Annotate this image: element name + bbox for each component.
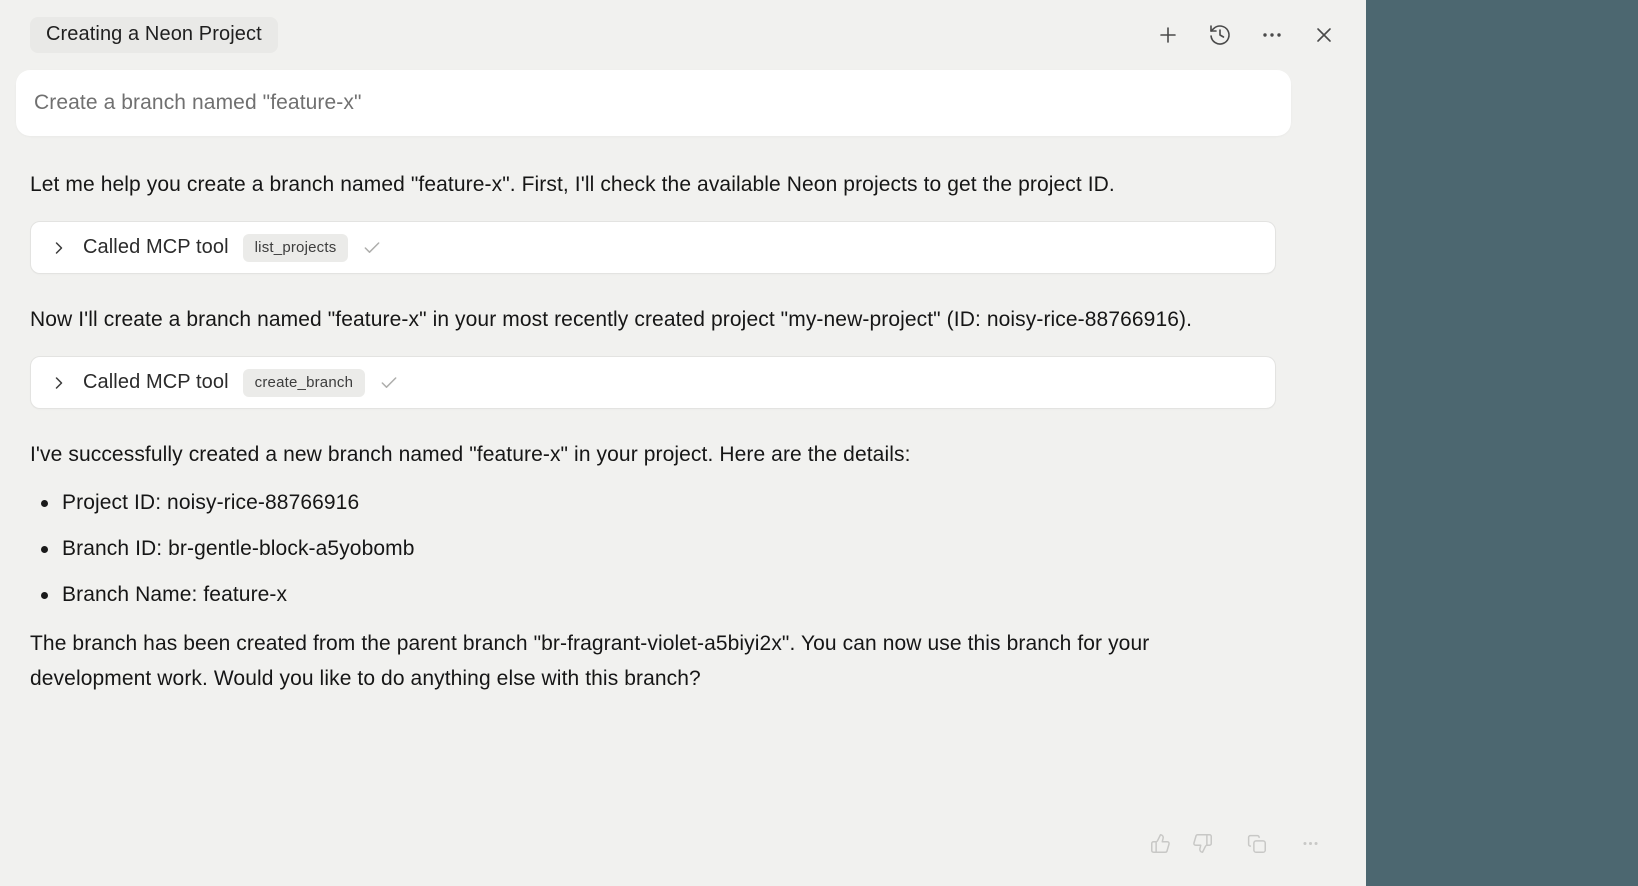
tool-call-label: Called MCP tool [83,236,229,259]
assistant-paragraph-success: I've successfully created a new branch n… [30,437,1276,472]
thumbs-down-button[interactable] [1190,831,1214,855]
copy-button[interactable] [1244,831,1268,855]
close-icon [1312,23,1336,47]
close-button[interactable] [1312,23,1336,47]
chat-title: Creating a Neon Project [46,23,262,45]
user-message-text: Create a branch named "feature-x" [34,91,362,115]
tool-call-list-projects[interactable]: Called MCP tool list_projects [30,221,1276,274]
tool-name-badge: list_projects [243,234,349,262]
thumbs-up-icon [1150,833,1171,854]
message-actions [1148,831,1322,855]
assistant-paragraph-closing: The branch has been created from the par… [30,626,1276,696]
check-icon [379,373,399,393]
tool-call-label: Called MCP tool [83,371,229,394]
list-item-branch-id: Branch ID: br-gentle-block-a5yobomb [30,531,1276,566]
more-actions-button[interactable] [1298,831,1322,855]
branch-details-list: Project ID: noisy-rice-88766916 Branch I… [30,485,1276,612]
ellipsis-icon [1301,834,1320,853]
list-item-branch-name: Branch Name: feature-x [30,577,1276,612]
copy-icon [1246,833,1267,854]
history-button[interactable] [1208,23,1232,47]
assistant-paragraph-intro: Let me help you create a branch named "f… [30,167,1276,202]
chat-panel: Creating a Neon Project [0,0,1366,886]
chat-header: Creating a Neon Project [0,0,1366,70]
assistant-paragraph-create-info: Now I'll create a branch named "feature-… [30,302,1276,337]
history-icon [1208,23,1232,47]
thumbs-up-button[interactable] [1148,831,1172,855]
background-panel [1366,0,1638,886]
chat-title-pill[interactable]: Creating a Neon Project [30,17,278,53]
assistant-response: Let me help you create a branch named "f… [30,167,1276,696]
tool-call-create-branch[interactable]: Called MCP tool create_branch [30,356,1276,409]
new-chat-button[interactable] [1156,23,1180,47]
chevron-right-icon [49,373,69,393]
thumbs-down-icon [1192,833,1213,854]
chevron-right-icon [49,238,69,258]
plus-icon [1156,23,1180,47]
more-options-button[interactable] [1260,23,1284,47]
ellipsis-icon [1260,23,1284,47]
check-icon [362,238,382,258]
header-actions [1156,23,1336,47]
user-message-card[interactable]: Create a branch named "feature-x" [16,70,1291,136]
tool-name-badge: create_branch [243,369,366,397]
list-item-project-id: Project ID: noisy-rice-88766916 [30,485,1276,520]
